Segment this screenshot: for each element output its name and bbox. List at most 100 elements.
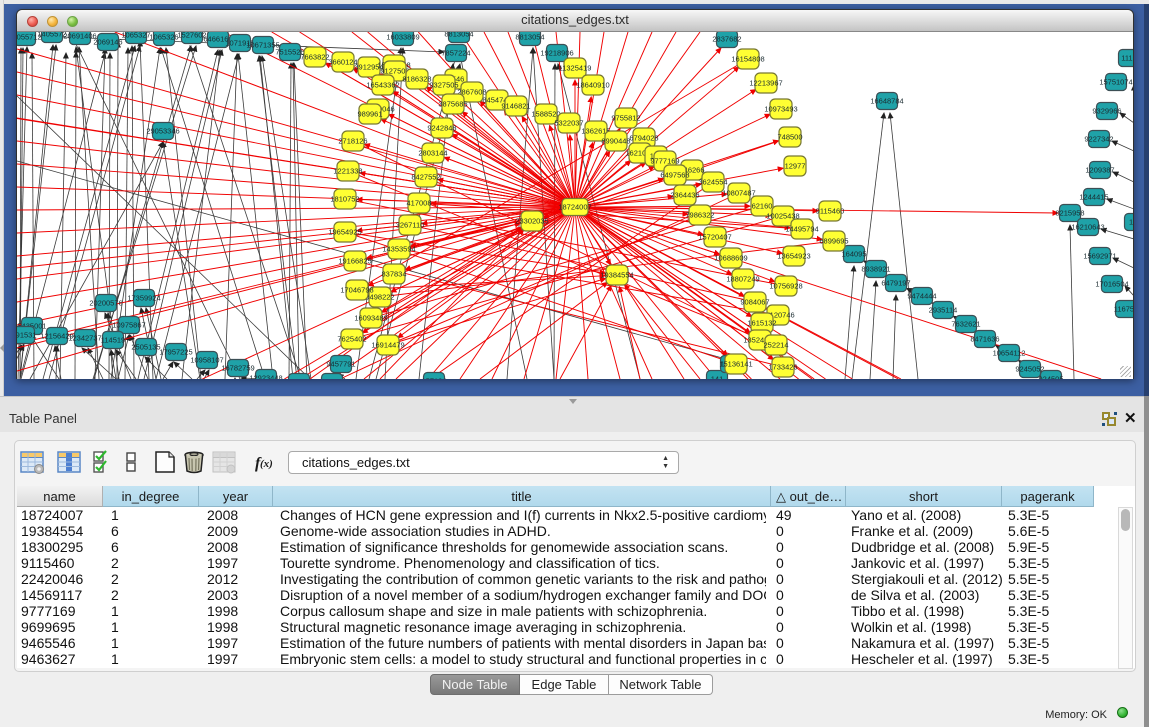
svg-text:1244415: 1244415 — [1079, 193, 1108, 202]
svg-text:10654112: 10654112 — [993, 349, 1026, 358]
svg-text:12213967: 12213967 — [749, 79, 782, 88]
svg-text:7663822: 7663822 — [300, 53, 329, 62]
svg-text:10756928: 10756928 — [769, 282, 802, 291]
svg-text:2718126: 2718126 — [338, 137, 367, 146]
svg-text:748500: 748500 — [777, 133, 802, 142]
svg-text:6479197: 6479197 — [881, 279, 910, 288]
svg-text:8938921: 8938921 — [861, 265, 890, 274]
svg-text:9146821: 9146821 — [501, 102, 530, 111]
svg-text:2803144: 2803144 — [418, 149, 447, 158]
svg-text:3267110: 3267110 — [396, 221, 425, 230]
svg-text:5322037: 5322037 — [554, 119, 583, 128]
svg-text:252214: 252214 — [763, 341, 788, 350]
svg-text:3875685: 3875685 — [438, 100, 467, 109]
svg-text:16154808: 16154808 — [731, 55, 764, 64]
svg-text:6794028: 6794028 — [629, 134, 658, 143]
svg-text:14353594: 14353594 — [382, 245, 415, 254]
svg-text:93454: 93454 — [322, 378, 343, 380]
svg-text:19384554: 19384554 — [600, 271, 633, 280]
svg-text:9327505: 9327505 — [429, 81, 458, 90]
svg-text:1588520: 1588520 — [531, 110, 560, 119]
svg-text:16210643: 16210643 — [1071, 223, 1104, 232]
svg-text:17046798: 17046798 — [340, 286, 373, 295]
svg-text:15751074: 15751074 — [1099, 78, 1132, 87]
svg-text:10807487: 10807487 — [722, 189, 755, 198]
svg-text:20200576: 20200576 — [89, 299, 122, 308]
svg-text:2505135: 2505135 — [131, 343, 160, 352]
svg-text:10958107: 10958107 — [190, 356, 223, 365]
svg-text:164095: 164095 — [841, 250, 866, 259]
svg-text:9115460: 9115460 — [816, 207, 845, 216]
svg-text:11325419: 11325419 — [559, 64, 592, 73]
svg-text:9084067: 9084067 — [740, 298, 769, 307]
svg-text:114519: 114519 — [101, 336, 125, 345]
svg-text:116: 116 — [1129, 218, 1133, 227]
svg-text:18640910: 18640910 — [576, 81, 609, 90]
svg-text:2935114: 2935114 — [929, 306, 958, 315]
svg-text:2364436: 2364436 — [670, 191, 699, 200]
svg-text:2069146: 2069146 — [93, 38, 122, 47]
svg-text:29053346: 29053346 — [146, 127, 179, 136]
svg-text:19166825: 19166825 — [338, 257, 371, 266]
svg-text:9777169: 9777169 — [650, 157, 679, 166]
svg-text:2837682: 2837682 — [712, 35, 741, 44]
svg-text:7625402: 7625402 — [337, 335, 366, 344]
svg-text:6497568: 6497568 — [660, 171, 689, 180]
svg-text:17957225: 17957225 — [159, 348, 192, 357]
svg-text:1810752: 1810752 — [330, 195, 359, 204]
svg-text:16782759: 16782759 — [221, 364, 254, 373]
svg-text:837834: 837834 — [381, 270, 406, 279]
svg-text:17016504: 17016504 — [1095, 280, 1128, 289]
svg-text:7857224: 7857224 — [441, 49, 470, 58]
svg-text:15692971: 15692971 — [1083, 252, 1116, 261]
svg-text:141: 141 — [711, 375, 724, 380]
svg-text:1065327: 1065327 — [121, 32, 150, 40]
svg-text:16648784: 16648784 — [870, 97, 903, 106]
svg-text:8215958: 8215958 — [1055, 209, 1084, 218]
svg-text:20691406: 20691406 — [63, 32, 96, 41]
svg-text:157104: 157104 — [421, 377, 446, 380]
svg-text:1615132: 1615132 — [747, 319, 776, 328]
svg-text:19218906: 19218906 — [540, 49, 573, 58]
svg-text:9457791: 9457791 — [326, 360, 355, 369]
svg-text:16543362: 16543362 — [366, 81, 399, 90]
svg-text:18724007: 18724007 — [558, 203, 591, 212]
svg-text:1112: 1112 — [1121, 54, 1133, 63]
svg-text:19654925: 19654925 — [328, 228, 361, 237]
svg-text:9245052: 9245052 — [1015, 365, 1044, 374]
svg-text:15720407: 15720407 — [698, 233, 731, 242]
svg-text:10688609: 10688609 — [714, 254, 747, 263]
svg-text:924505: 924505 — [1038, 375, 1063, 380]
svg-text:16033809: 16033809 — [386, 33, 419, 42]
svg-text:9242848: 9242848 — [427, 124, 456, 133]
svg-text:12977: 12977 — [785, 162, 806, 171]
svg-text:(x): (x) — [260, 458, 273, 470]
svg-text:12342737: 12342737 — [68, 334, 101, 343]
svg-text:23302035: 23302035 — [515, 217, 548, 226]
svg-text:1405572: 1405572 — [37, 32, 66, 39]
svg-text:8990448: 8990448 — [601, 137, 630, 146]
svg-text:14495794: 14495794 — [785, 225, 818, 234]
svg-text:10973493: 10973493 — [764, 105, 797, 114]
svg-text:9474444: 9474444 — [907, 292, 936, 301]
svg-text:116753: 116753 — [1114, 305, 1133, 314]
svg-text:16914479: 16914479 — [371, 341, 404, 350]
svg-text:10975867: 10975867 — [112, 321, 145, 330]
svg-text:12923448: 12923448 — [249, 374, 282, 380]
svg-text:991531: 991531 — [17, 331, 37, 340]
svg-text:9227342: 9227342 — [1084, 135, 1113, 144]
svg-text:417008: 417008 — [406, 199, 431, 208]
svg-text:62160: 62160 — [752, 202, 773, 211]
svg-text:989961: 989961 — [357, 110, 382, 119]
svg-text:7632621: 7632621 — [951, 320, 980, 329]
svg-text:8813054: 8813054 — [444, 32, 473, 39]
svg-text:1733426: 1733426 — [768, 363, 797, 372]
svg-text:1065326: 1065326 — [149, 33, 178, 42]
svg-text:3660124: 3660124 — [328, 58, 357, 67]
svg-text:9329966: 9329966 — [1092, 107, 1121, 116]
svg-text:929344: 929344 — [286, 378, 311, 380]
svg-text:13654923: 13654923 — [777, 252, 810, 261]
svg-text:15136141: 15136141 — [719, 360, 752, 369]
svg-text:1221338: 1221338 — [333, 167, 362, 176]
svg-text:8813054: 8813054 — [515, 33, 544, 42]
